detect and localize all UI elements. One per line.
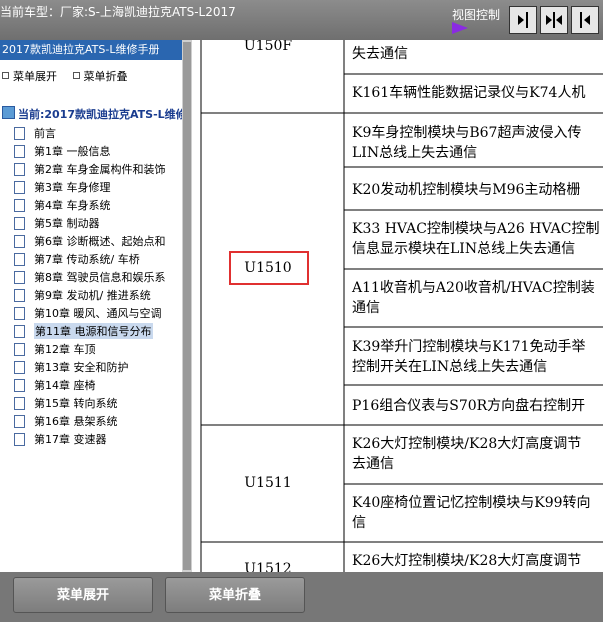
footer-expand-button[interactable]: 菜单展开 bbox=[13, 577, 153, 613]
sidebar-item-label: 第8章 驾驶员信息和娱乐系 bbox=[34, 271, 166, 284]
sidebar-item-label: 第17章 变速器 bbox=[34, 433, 107, 446]
document-icon bbox=[14, 144, 25, 158]
desc-cell: K26大灯控制模块/K28大灯高度调节 bbox=[352, 553, 582, 569]
document-icon bbox=[14, 234, 25, 248]
panel-left-icon bbox=[580, 12, 590, 28]
sidebar: 2017款凯迪拉克ATS-L维修手册 菜单展开 菜单折叠 当前:2017款凯迪拉… bbox=[0, 40, 182, 572]
sidebar-item-label: 第7章 传动系统/ 车桥 bbox=[34, 253, 140, 266]
document-icon bbox=[14, 180, 25, 194]
sidebar-item[interactable]: 第17章 变速器 bbox=[14, 430, 182, 448]
document-icon bbox=[14, 432, 25, 446]
book-icon bbox=[2, 106, 15, 119]
expand-left-button[interactable] bbox=[571, 6, 599, 34]
sidebar-item[interactable]: 第9章 发动机/ 推进系统 bbox=[14, 286, 182, 304]
sidebar-item-label: 第1章 一般信息 bbox=[34, 145, 111, 158]
sidebar-item[interactable]: 第16章 悬架系统 bbox=[14, 412, 182, 430]
sidebar-item-label: 第13章 安全和防护 bbox=[34, 361, 129, 374]
view-control-arrow-icon[interactable] bbox=[452, 22, 468, 34]
document-icon bbox=[14, 396, 25, 410]
sidebar-item-label: 第16章 悬架系统 bbox=[34, 415, 118, 428]
document-icon bbox=[14, 270, 25, 284]
split-icon bbox=[546, 12, 562, 28]
sidebar-item[interactable]: 第5章 制动器 bbox=[14, 214, 182, 232]
desc-cell: K161车辆性能数据记录仪与K74人机 bbox=[352, 85, 586, 101]
sidebar-item[interactable]: 第15章 转向系统 bbox=[14, 394, 182, 412]
collapse-icon bbox=[72, 72, 80, 79]
sidebar-item-label: 第9章 发动机/ 推进系统 bbox=[34, 289, 151, 302]
sidebar-item-label: 前言 bbox=[34, 127, 56, 140]
chapter-tree: 前言 第1章 一般信息 第2章 车身金属构件和装饰 第3章 车身修理 第4章 车身系统第… bbox=[14, 124, 182, 448]
desc-cell: K9车身控制模块与B67超声波侵入传 LIN总线上失去通信 bbox=[352, 125, 582, 161]
sidebar-item-label: 第10章 暖风、通风与空调 bbox=[34, 307, 162, 320]
desc-cell: A11收音机与A20收音机/HVAC控制装 通信 bbox=[352, 280, 595, 316]
sidebar-item[interactable]: 前言 bbox=[14, 124, 182, 142]
document-icon bbox=[14, 306, 25, 320]
document-icon bbox=[14, 252, 25, 266]
document-icon bbox=[14, 342, 25, 356]
sidebar-item-label: 第15章 转向系统 bbox=[34, 397, 118, 410]
desc-cell: K40座椅位置记忆控制模块与K99转向信 bbox=[352, 495, 591, 531]
desc-cell: K39举升门控制模块与K171免动手举 控制开关在LIN总线上失去通信 bbox=[352, 339, 586, 375]
sidebar-item[interactable]: 第12章 车顶 bbox=[14, 340, 182, 358]
document-icon bbox=[14, 288, 25, 302]
content-area: U150F U1510 U1511 U1512 失去通信 K161车辆性能数据记… bbox=[192, 40, 603, 572]
desc-cell: 失去通信 bbox=[352, 46, 408, 62]
vehicle-label: 当前车型：厂家:S-上海凯迪拉克ATS-L2017 bbox=[0, 5, 236, 19]
sidebar-scrollbar[interactable] bbox=[182, 40, 192, 572]
desc-cell: P16组合仪表与S70R方向盘右控制开 bbox=[352, 398, 586, 414]
code-cell: U150F bbox=[243, 40, 293, 54]
sidebar-collapse-link[interactable]: 菜单折叠 bbox=[71, 68, 128, 84]
sidebar-item[interactable]: 第13章 安全和防护 bbox=[14, 358, 182, 376]
document-icon bbox=[14, 360, 25, 374]
desc-cell: K20发动机控制模块与M96主动格栅 bbox=[352, 182, 581, 198]
sidebar-item[interactable]: 第10章 暖风、通风与空调 bbox=[14, 304, 182, 322]
sidebar-item[interactable]: 第6章 诊断概述、起始点和 bbox=[14, 232, 182, 250]
panel-right-icon bbox=[518, 12, 528, 28]
sidebar-item[interactable]: 第2章 车身金属构件和装饰 bbox=[14, 160, 182, 178]
desc-cell: K26大灯控制模块/K28大灯高度调节 去通信 bbox=[352, 436, 582, 472]
sidebar-item[interactable]: 第14章 座椅 bbox=[14, 376, 182, 394]
sidebar-item[interactable]: 第3章 车身修理 bbox=[14, 178, 182, 196]
document-icon bbox=[14, 126, 25, 140]
document-icon bbox=[14, 216, 25, 230]
document-icon bbox=[14, 378, 25, 392]
sidebar-item[interactable]: 第8章 驾驶员信息和娱乐系 bbox=[14, 268, 182, 286]
top-bar: 当前车型：厂家:S-上海凯迪拉克ATS-L2017 视图控制 bbox=[0, 0, 603, 40]
expand-right-button[interactable] bbox=[509, 6, 537, 34]
document-icon bbox=[14, 198, 25, 212]
highlight-box bbox=[229, 251, 309, 285]
desc-cell: K33 HVAC控制模块与A26 HVAC控制 信息显示模块在LIN总线上失去通信 bbox=[352, 221, 600, 257]
sidebar-item[interactable]: 第1章 一般信息 bbox=[14, 142, 182, 160]
sidebar-item-label: 第14章 座椅 bbox=[34, 379, 96, 392]
sidebar-item-label: 第5章 制动器 bbox=[34, 217, 100, 230]
sidebar-item-label: 第4章 车身系统 bbox=[34, 199, 111, 212]
document-icon bbox=[14, 414, 25, 428]
sidebar-item-label: 第3章 车身修理 bbox=[34, 181, 111, 194]
document-icon bbox=[14, 162, 25, 176]
sidebar-item[interactable]: 第11章 电源和信号分布 bbox=[14, 322, 182, 340]
manual-title[interactable]: 2017款凯迪拉克ATS-L维修手册 bbox=[0, 40, 182, 60]
sidebar-item-label: 第12章 车顶 bbox=[34, 343, 96, 356]
sidebar-item-label: 第11章 电源和信号分布 bbox=[34, 323, 153, 339]
sidebar-item-label: 第2章 车身金属构件和装饰 bbox=[34, 163, 166, 176]
sidebar-expand-link[interactable]: 菜单展开 bbox=[0, 68, 57, 84]
code-cell: U1512 bbox=[244, 561, 292, 572]
split-view-button[interactable] bbox=[540, 6, 568, 34]
view-control-label: 视图控制 bbox=[452, 8, 501, 22]
sidebar-item[interactable]: 第4章 车身系统 bbox=[14, 196, 182, 214]
sidebar-item-label: 第6章 诊断概述、起始点和 bbox=[34, 235, 166, 248]
sidebar-item[interactable]: 第7章 传动系统/ 车桥 bbox=[14, 250, 182, 268]
footer-bar: 菜单展开 菜单折叠 bbox=[0, 572, 603, 622]
expand-icon bbox=[2, 72, 9, 79]
document-icon bbox=[14, 324, 25, 338]
current-manual[interactable]: 当前:2017款凯迪拉克ATS-L维修 bbox=[2, 106, 182, 122]
code-cell: U1511 bbox=[244, 475, 292, 491]
footer-collapse-button[interactable]: 菜单折叠 bbox=[165, 577, 305, 613]
